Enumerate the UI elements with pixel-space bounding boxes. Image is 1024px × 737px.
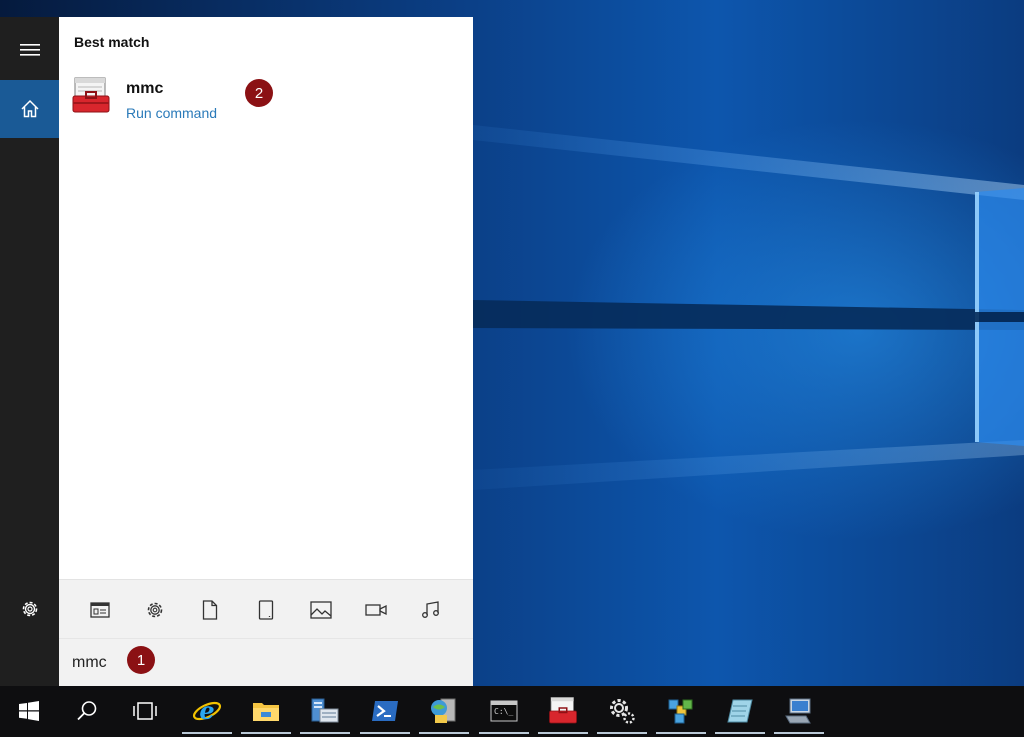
- music-filter-icon: [422, 601, 439, 618]
- svg-text:C:\_: C:\_: [494, 707, 513, 716]
- search-filter-bar: [59, 579, 473, 638]
- powershell-icon: [372, 700, 398, 721]
- settings-taskbar-button[interactable]: [593, 686, 651, 735]
- result-subtitle: Run command: [126, 105, 218, 121]
- annotation-badge-1: 1: [127, 646, 155, 674]
- hamburger-menu-button[interactable]: [0, 21, 59, 79]
- internet-explorer-taskbar-button[interactable]: e: [178, 686, 236, 735]
- tablet-filter-icon: [258, 600, 274, 620]
- start-menu: Best match mmc Run command mmc: [0, 17, 473, 687]
- search-input[interactable]: mmc: [72, 654, 107, 672]
- documents-filter-icon: [202, 600, 218, 620]
- windows-start-icon: [19, 700, 39, 721]
- apps-filter-button[interactable]: [86, 596, 114, 624]
- videos-filter-icon: [365, 604, 387, 616]
- settings-gear-icon: [22, 601, 37, 617]
- home-icon: [20, 99, 39, 118]
- settings-filter-icon: [147, 602, 163, 618]
- videos-filter-button[interactable]: [362, 596, 390, 624]
- best-match-heading: Best match: [74, 34, 150, 50]
- notepad-taskbar-button[interactable]: [711, 686, 769, 735]
- notepad-icon: [727, 699, 753, 722]
- powershell-taskbar-button[interactable]: [356, 686, 414, 735]
- annotation-badge-2: 2: [245, 79, 273, 107]
- task-view-icon: [133, 701, 157, 720]
- apps-filter-icon: [90, 602, 110, 618]
- taskbar-search-button[interactable]: [58, 686, 116, 735]
- registry-icon: [668, 699, 693, 723]
- settings-filter-button[interactable]: [141, 596, 169, 624]
- taskbar: e C:\_: [0, 686, 1024, 737]
- server-manager-icon: [311, 698, 339, 722]
- search-box[interactable]: mmc: [59, 638, 473, 687]
- home-button[interactable]: [0, 80, 59, 138]
- settings-button[interactable]: [0, 580, 59, 638]
- photos-filter-icon: [310, 601, 332, 619]
- task-view-button[interactable]: [116, 686, 174, 735]
- file-explorer-icon: [253, 702, 279, 721]
- mmc-toolbox-icon: [549, 696, 577, 723]
- remote-desktop-taskbar-button[interactable]: [770, 686, 828, 735]
- result-title: mmc: [126, 80, 164, 97]
- server-manager-taskbar-button[interactable]: [296, 686, 354, 735]
- command-prompt-icon: C:\_: [490, 700, 518, 721]
- network-folder-icon: [431, 698, 456, 723]
- remote-desktop-icon: [785, 698, 811, 723]
- start-menu-rail: [0, 17, 59, 686]
- music-filter-button[interactable]: [417, 596, 445, 624]
- tablet-filter-button[interactable]: [252, 596, 280, 624]
- photos-filter-button[interactable]: [307, 596, 335, 624]
- internet-explorer-icon: e: [192, 696, 222, 725]
- search-icon: [77, 700, 97, 720]
- start-button[interactable]: [0, 686, 58, 735]
- file-explorer-taskbar-button[interactable]: [237, 686, 295, 735]
- best-match-result-mmc[interactable]: mmc Run command: [69, 73, 329, 127]
- mmc-taskbar-button[interactable]: [534, 686, 592, 735]
- mmc-toolbox-icon: [72, 77, 110, 113]
- registry-taskbar-button[interactable]: [652, 686, 710, 735]
- svg-text:e: e: [199, 696, 214, 725]
- documents-filter-button[interactable]: [196, 596, 224, 624]
- command-prompt-taskbar-button[interactable]: C:\_: [475, 686, 533, 735]
- hamburger-icon: [19, 44, 40, 56]
- network-folder-taskbar-button[interactable]: [415, 686, 473, 735]
- settings-gear-icon: [610, 698, 635, 724]
